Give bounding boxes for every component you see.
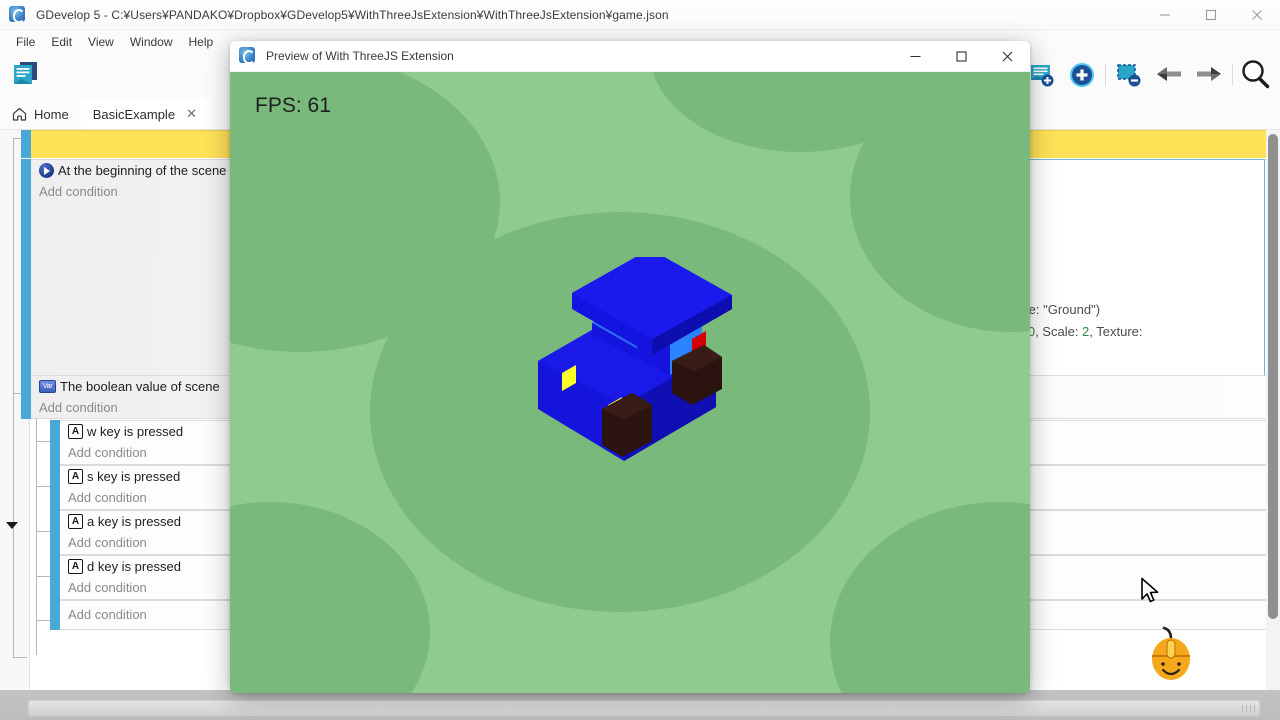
- preview-window: Preview of With ThreeJS Extension FPS: 6…: [230, 41, 1030, 693]
- toolbar-divider: [1105, 64, 1106, 86]
- close-icon[interactable]: [984, 41, 1030, 72]
- sub-branch-4: [36, 576, 50, 577]
- toolbar-buttons: [1022, 54, 1276, 96]
- sub-event-1-accent: [50, 420, 60, 465]
- toolbar-divider-2: [1232, 64, 1233, 86]
- variable-icon: Var: [39, 380, 56, 393]
- scrollbar-grip-icon: [1242, 705, 1256, 712]
- fps-counter: FPS: 61: [255, 94, 331, 117]
- action-suffix: , Texture:: [1089, 324, 1143, 339]
- horizontal-scrollbar-thumb[interactable]: [28, 700, 1260, 716]
- window-controls: [1142, 0, 1280, 30]
- close-icon[interactable]: [1234, 0, 1280, 30]
- horizontal-scrollbar[interactable]: [0, 690, 1280, 720]
- preview-canvas[interactable]: FPS: 61: [230, 72, 1030, 693]
- home-icon: [12, 107, 27, 122]
- sub-event-2-accent: [50, 465, 60, 510]
- ground-blob-6: [830, 502, 1030, 693]
- sub-branch-3: [36, 531, 50, 532]
- minimize-icon[interactable]: [1142, 0, 1188, 30]
- tab-basicexample[interactable]: BasicExample ✕: [80, 99, 209, 129]
- sub-event-4-text: d key is pressed: [87, 559, 181, 574]
- menu-item-file[interactable]: File: [8, 33, 43, 51]
- events-sheet-icon: [8, 56, 42, 95]
- collapse-triangle-icon[interactable]: [6, 522, 18, 529]
- maximize-icon[interactable]: [938, 41, 984, 72]
- mouse-pointer: [1140, 577, 1160, 610]
- menu-item-edit[interactable]: Edit: [43, 33, 80, 51]
- sub-event-5-accent: [50, 600, 60, 630]
- sub-event-3-accent: [50, 510, 60, 555]
- window-title: GDevelop 5 - C:¥Users¥PANDAKO¥Dropbox¥GD…: [36, 7, 669, 22]
- sub-branch-5: [36, 620, 50, 621]
- gdevelop-logo-icon: [9, 5, 27, 24]
- menu-item-view[interactable]: View: [80, 33, 122, 51]
- minimize-icon[interactable]: [892, 41, 938, 72]
- event-1-condition-text: At the beginning of the scene: [58, 163, 227, 178]
- tab-close-icon[interactable]: ✕: [186, 106, 197, 122]
- keyboard-icon: A: [68, 559, 83, 574]
- menu-item-window[interactable]: Window: [122, 33, 181, 51]
- vertical-scrollbar-thumb[interactable]: [1268, 134, 1278, 619]
- event-2-condition-text: The boolean value of scene: [60, 379, 220, 394]
- sub-tree-trunk: [36, 400, 37, 655]
- event-1-accent: [21, 159, 31, 391]
- tab-home-label: Home: [34, 106, 69, 122]
- sub-branch-1: [36, 441, 50, 442]
- action-mid: , Scale:: [1035, 324, 1083, 339]
- main-titlebar: GDevelop 5 - C:¥Users¥PANDAKO¥Dropbox¥GD…: [0, 0, 1280, 30]
- plus-circle-icon[interactable]: [1062, 55, 1102, 95]
- undo-arrow-icon[interactable]: [1149, 55, 1189, 95]
- redo-arrow-icon[interactable]: [1189, 55, 1229, 95]
- sub-event-3-text: a key is pressed: [87, 514, 181, 529]
- delete-selection-icon[interactable]: [1109, 55, 1149, 95]
- maximize-icon[interactable]: [1188, 0, 1234, 30]
- menu-item-help[interactable]: Help: [181, 33, 222, 51]
- ground-blob-5: [230, 502, 430, 693]
- preview-title: Preview of With ThreeJS Extension: [266, 49, 454, 63]
- gdevelop-main-window: GDevelop 5 - C:¥Users¥PANDAKO¥Dropbox¥GD…: [0, 0, 1280, 720]
- keyboard-icon: A: [68, 469, 83, 484]
- tree-trunk-line: [13, 138, 14, 658]
- event-2-accent: [21, 375, 31, 419]
- sub-event-1-text: w key is pressed: [87, 424, 184, 439]
- preview-window-controls: [892, 41, 1030, 72]
- tab-home[interactable]: Home: [0, 99, 81, 129]
- search-icon[interactable]: [1236, 55, 1276, 95]
- sub-branch-2: [36, 486, 50, 487]
- tree-branch-3: [13, 657, 27, 658]
- gdevelop-mouse-mascot: [1147, 625, 1195, 686]
- vertical-scrollbar[interactable]: [1266, 130, 1280, 690]
- voxel-car-model: [520, 249, 740, 492]
- selected-action-panel[interactable]: xture: "Ground") AZ: 0, Scale: 2, Textur…: [1004, 159, 1265, 391]
- gdevelop-logo-icon: [239, 47, 257, 65]
- tab-basicexample-label: BasicExample: [92, 106, 176, 122]
- keyboard-icon: A: [68, 424, 83, 439]
- sub-event-2-text: s key is pressed: [87, 469, 181, 484]
- preview-titlebar: Preview of With ThreeJS Extension: [230, 41, 1030, 72]
- comment-accent: [21, 130, 31, 158]
- scene-start-icon: [39, 163, 54, 178]
- sub-event-4-accent: [50, 555, 60, 600]
- keyboard-icon: A: [68, 514, 83, 529]
